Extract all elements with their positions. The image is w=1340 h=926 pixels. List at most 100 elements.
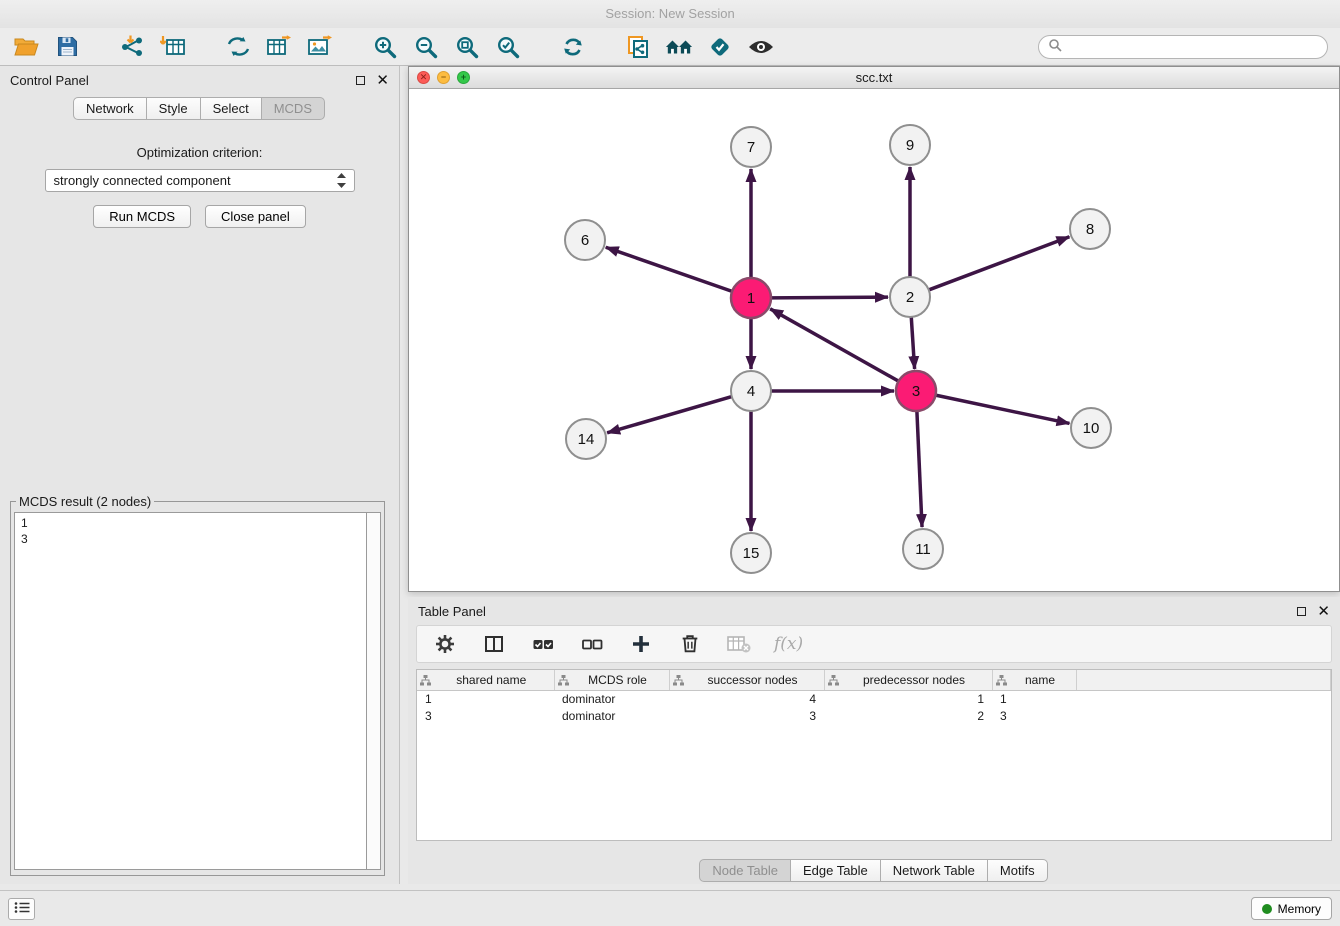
tab-edge-table[interactable]: Edge Table xyxy=(790,859,881,882)
home-layout-icon[interactable] xyxy=(665,33,693,61)
node-14[interactable]: 14 xyxy=(566,419,606,459)
float-table-panel-icon[interactable] xyxy=(1297,607,1306,616)
cell-filler xyxy=(1076,707,1331,724)
mcds-result-line: 1 xyxy=(21,515,360,531)
node-label: 10 xyxy=(1083,420,1100,437)
cell-mcds-role[interactable]: dominator xyxy=(554,690,669,707)
close-panel-button[interactable]: Close panel xyxy=(205,205,306,228)
node-10[interactable]: 10 xyxy=(1071,408,1111,448)
tab-motifs[interactable]: Motifs xyxy=(987,859,1048,882)
cell-successor-nodes[interactable]: 3 xyxy=(669,707,824,724)
column-header-successor-nodes[interactable]: successor nodes xyxy=(669,670,824,690)
network-graph: 7 9 6 8 1 2 4 3 14 10 15 11 xyxy=(409,89,1339,591)
edge-3-1[interactable] xyxy=(770,309,898,381)
edge-2-8[interactable] xyxy=(929,237,1070,290)
cell-predecessor-nodes[interactable]: 2 xyxy=(824,707,992,724)
search-box[interactable] xyxy=(1038,35,1328,59)
zoom-fit-icon[interactable] xyxy=(453,33,481,61)
node-8[interactable]: 8 xyxy=(1070,209,1110,249)
show-panel-menu-button[interactable] xyxy=(8,898,35,920)
tab-mcds[interactable]: MCDS xyxy=(261,97,325,120)
cell-successor-nodes[interactable]: 4 xyxy=(669,690,824,707)
edge-3-11[interactable] xyxy=(917,411,922,527)
node-11[interactable]: 11 xyxy=(903,529,943,569)
mcds-result-list[interactable]: 13 xyxy=(14,512,367,870)
column-label: MCDS role xyxy=(588,673,647,687)
copy-network-icon[interactable] xyxy=(624,33,652,61)
node-label: 14 xyxy=(578,431,595,448)
close-table-panel-icon[interactable]: ✕ xyxy=(1317,604,1330,619)
edge-2-3[interactable] xyxy=(911,317,914,369)
select-all-icon[interactable] xyxy=(529,630,557,658)
zoom-selected-icon[interactable] xyxy=(494,33,522,61)
node-9[interactable]: 9 xyxy=(890,125,930,165)
zoom-in-icon[interactable] xyxy=(371,33,399,61)
node-2[interactable]: 2 xyxy=(890,277,930,317)
show-columns-icon[interactable] xyxy=(480,630,508,658)
float-panel-icon[interactable] xyxy=(356,76,365,85)
column-header-shared-name[interactable]: shared name xyxy=(417,670,554,690)
mcds-result-line: 3 xyxy=(21,531,360,547)
open-file-icon[interactable] xyxy=(12,33,40,61)
dropdown-arrows-icon xyxy=(337,173,346,188)
window-close-icon[interactable]: ✕ xyxy=(417,71,430,84)
export-network-icon[interactable] xyxy=(224,33,252,61)
node-3[interactable]: 3 xyxy=(896,371,936,411)
table-row[interactable]: 3dominator323 xyxy=(417,707,1331,724)
table-panel-tabs: Node Table Edge Table Network Table Moti… xyxy=(408,859,1340,882)
cell-predecessor-nodes[interactable]: 1 xyxy=(824,690,992,707)
cell-shared-name[interactable]: 1 xyxy=(417,690,554,707)
refresh-icon[interactable] xyxy=(559,33,587,61)
node-6[interactable]: 6 xyxy=(565,220,605,260)
edge-1-6[interactable] xyxy=(606,247,732,291)
cell-mcds-role[interactable]: dominator xyxy=(554,707,669,724)
table-row[interactable]: 1dominator411 xyxy=(417,690,1331,707)
network-canvas[interactable]: 7 9 6 8 1 2 4 3 14 10 15 11 xyxy=(409,89,1339,591)
import-table-icon[interactable] xyxy=(159,33,187,61)
criterion-select[interactable]: strongly connected component xyxy=(45,169,355,192)
column-header-filler xyxy=(1076,670,1331,690)
node-label: 11 xyxy=(915,541,931,558)
memory-button[interactable]: Memory xyxy=(1251,897,1332,920)
save-session-icon[interactable] xyxy=(53,33,81,61)
tab-network[interactable]: Network xyxy=(73,97,147,120)
network-window-titlebar[interactable]: ✕ − + scc.txt xyxy=(409,67,1339,89)
control-panel: Control Panel ✕ Network Style Select MCD… xyxy=(0,66,400,884)
export-image-icon[interactable] xyxy=(306,33,334,61)
node-7[interactable]: 7 xyxy=(731,127,771,167)
edge-4-14[interactable] xyxy=(607,397,732,433)
tab-select[interactable]: Select xyxy=(200,97,262,120)
apply-style-icon[interactable] xyxy=(706,33,734,61)
zoom-out-icon[interactable] xyxy=(412,33,440,61)
edge-3-10[interactable] xyxy=(936,395,1070,423)
tab-node-table[interactable]: Node Table xyxy=(699,859,791,882)
edge-1-2[interactable] xyxy=(771,297,888,298)
search-input[interactable] xyxy=(1067,39,1318,54)
mcds-result-scrollbar[interactable] xyxy=(367,512,381,870)
column-label: shared name xyxy=(456,673,526,687)
window-minimize-icon[interactable]: − xyxy=(437,71,450,84)
node-15[interactable]: 15 xyxy=(731,533,771,573)
cell-shared-name[interactable]: 3 xyxy=(417,707,554,724)
node-1[interactable]: 1 xyxy=(731,278,771,318)
column-header-mcds-role[interactable]: MCDS role xyxy=(554,670,669,690)
run-mcds-button[interactable]: Run MCDS xyxy=(93,205,191,228)
close-panel-icon[interactable]: ✕ xyxy=(376,73,389,88)
add-column-icon[interactable] xyxy=(627,630,655,658)
import-network-icon[interactable] xyxy=(118,33,146,61)
delete-column-icon[interactable] xyxy=(676,630,704,658)
cell-name[interactable]: 1 xyxy=(992,690,1076,707)
tab-network-table[interactable]: Network Table xyxy=(880,859,988,882)
show-hide-eye-icon[interactable] xyxy=(747,33,775,61)
deselect-all-icon[interactable] xyxy=(578,630,606,658)
column-header-predecessor-nodes[interactable]: predecessor nodes xyxy=(824,670,992,690)
column-header-name[interactable]: name xyxy=(992,670,1076,690)
node-label: 4 xyxy=(747,383,755,400)
window-zoom-icon[interactable]: + xyxy=(457,71,470,84)
node-4[interactable]: 4 xyxy=(731,371,771,411)
gear-icon[interactable] xyxy=(431,630,459,658)
tab-style[interactable]: Style xyxy=(146,97,201,120)
column-label: successor nodes xyxy=(707,673,797,687)
export-table-icon[interactable] xyxy=(265,33,293,61)
cell-name[interactable]: 3 xyxy=(992,707,1076,724)
